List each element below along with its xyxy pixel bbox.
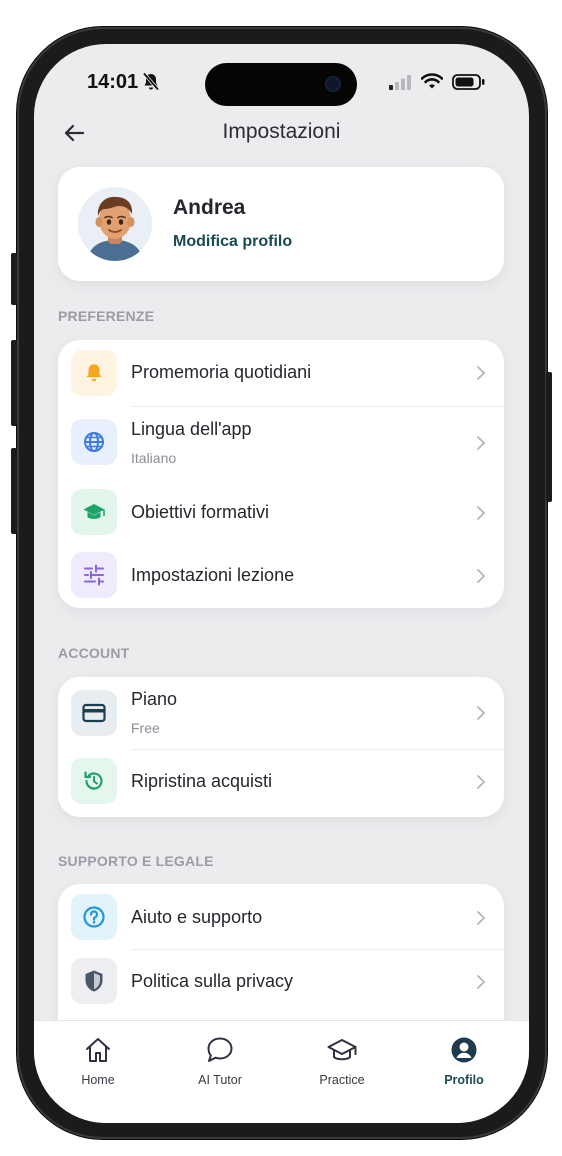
credit-card-icon <box>71 690 117 736</box>
action-button <box>11 253 17 305</box>
tab-home[interactable]: Home <box>53 1035 143 1087</box>
graduation-cap-icon <box>327 1039 357 1061</box>
settings-row-value: Italiano <box>131 450 177 466</box>
settings-row-label: Lingua dell'app <box>131 419 252 439</box>
settings-row-restore-purchases[interactable]: Ripristina acquisti <box>58 750 504 816</box>
avatar <box>78 187 152 261</box>
preferences-card: Promemoria quotidiani Lingua dell'app It… <box>58 340 504 608</box>
status-time: 14:01 <box>87 71 139 93</box>
settings-row-label: Impostazioni lezione <box>131 565 295 585</box>
settings-row-label: Aiuto e supporto <box>131 907 263 927</box>
tab-label: AI Tutor <box>198 1073 242 1087</box>
profile-card[interactable]: Andrea Modifica profilo <box>58 167 504 281</box>
settings-row-reminders[interactable]: Promemoria quotidiani <box>58 340 504 406</box>
signal-icon <box>389 75 411 90</box>
battery-icon <box>452 74 485 90</box>
camera <box>325 76 341 92</box>
bell-icon <box>71 350 117 396</box>
help-circle-icon <box>71 894 117 940</box>
chevron-right-icon <box>477 975 486 989</box>
tab-label: Profilo <box>444 1073 484 1087</box>
chevron-right-icon <box>477 775 486 789</box>
settings-row-label: Obiettivi formativi <box>131 502 270 522</box>
account-card: Piano Free Ripristina acquisti <box>58 677 504 817</box>
settings-row-label: Promemoria quotidiani <box>131 362 312 382</box>
section-title-support: SUPPORTO E LEGALE <box>58 853 214 869</box>
chevron-right-icon <box>477 366 486 380</box>
chevron-right-icon <box>477 436 486 450</box>
settings-row-language[interactable]: Lingua dell'app Italiano <box>58 407 504 479</box>
graduation-cap-icon <box>71 489 117 535</box>
user-circle-icon <box>451 1037 477 1063</box>
tab-profile[interactable]: Profilo <box>419 1035 509 1087</box>
home-icon <box>86 1038 110 1062</box>
chevron-right-icon <box>477 911 486 925</box>
globe-icon <box>71 419 117 465</box>
chevron-right-icon <box>477 706 486 720</box>
wifi-icon <box>421 73 443 89</box>
settings-row-goals[interactable]: Obiettivi formativi <box>58 480 504 544</box>
chat-bubble-icon <box>207 1037 233 1062</box>
settings-row-label: Piano <box>131 689 178 709</box>
section-title-account: ACCOUNT <box>58 645 130 661</box>
page-title: Impostazioni <box>222 120 341 143</box>
tab-bar: Home AI Tutor Practice Profilo <box>34 1020 529 1123</box>
settings-row-label: Politica sulla privacy <box>131 971 294 991</box>
profile-name: Andrea <box>173 196 246 219</box>
settings-row-plan[interactable]: Piano Free <box>58 677 504 749</box>
chevron-right-icon <box>477 506 486 520</box>
volume-up-button <box>11 340 17 426</box>
bell-muted-icon <box>142 72 160 91</box>
tab-label: Practice <box>319 1073 365 1087</box>
settings-row-lesson-settings[interactable]: Impostazioni lezione <box>58 544 504 608</box>
tab-label: Home <box>81 1073 115 1087</box>
sliders-icon <box>71 552 117 598</box>
settings-row-label: Ripristina acquisti <box>131 771 273 791</box>
edit-profile-link[interactable]: Modifica profilo <box>173 233 292 251</box>
dynamic-island <box>205 63 357 106</box>
settings-row-help[interactable]: Aiuto e supporto <box>58 884 504 949</box>
chevron-right-icon <box>477 569 486 583</box>
section-title-preferences: PREFERENZE <box>58 308 155 324</box>
settings-row-value: Free <box>131 720 160 736</box>
screen: 14:01 Impostazioni Andrea Modifica profi… <box>34 44 529 1123</box>
power-button <box>546 372 552 502</box>
shield-icon <box>71 958 117 1004</box>
tab-ai-tutor[interactable]: AI Tutor <box>175 1035 265 1087</box>
volume-down-button <box>11 448 17 534</box>
tab-practice[interactable]: Practice <box>297 1035 387 1087</box>
restore-icon <box>71 758 117 804</box>
settings-row-privacy[interactable]: Politica sulla privacy <box>58 950 504 1016</box>
